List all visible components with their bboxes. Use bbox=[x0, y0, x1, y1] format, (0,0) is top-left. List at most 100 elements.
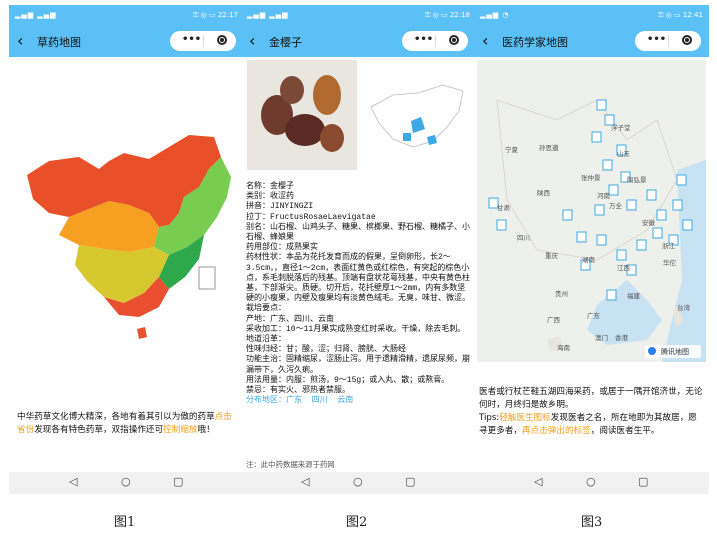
herb-detail-text: 名称：金樱子 类别：收涩药 拼音：JINYINGZI 拉丁：FructusRos… bbox=[246, 182, 471, 406]
physician-marker-icon[interactable] bbox=[626, 199, 637, 211]
physician-marker-icon[interactable] bbox=[602, 159, 613, 171]
province-hainan[interactable] bbox=[137, 327, 147, 339]
map-label: 海南 bbox=[557, 343, 571, 352]
phone-screen-physician-map: ▂▄▆ ◔ ⚿ ◎ ▭ 12:41 ‹ 医药学家地图 ••• 宁夏 孙思邈 陕西 甘肃… bbox=[474, 5, 709, 494]
nav-home-icon[interactable]: ○ bbox=[586, 475, 596, 488]
close-target-icon[interactable] bbox=[449, 35, 459, 45]
status-time: 22:18 bbox=[449, 11, 470, 19]
nav-recent-icon[interactable]: ▢ bbox=[405, 475, 415, 488]
more-icon[interactable]: ••• bbox=[182, 34, 201, 45]
map-label: 广东 bbox=[587, 311, 601, 320]
physician-marker-icon[interactable] bbox=[576, 231, 587, 243]
map-label: 山东 bbox=[617, 149, 631, 158]
map-label: 河南 bbox=[597, 191, 611, 200]
nav-home-icon[interactable]: ○ bbox=[121, 475, 131, 488]
map-label: 万全 bbox=[609, 201, 623, 210]
back-icon[interactable]: ‹ bbox=[17, 31, 23, 50]
system-nav-bar: ◁ ○ ▢ bbox=[9, 472, 244, 494]
nav-home-icon[interactable]: ○ bbox=[353, 475, 363, 488]
nav-recent-icon[interactable]: ▢ bbox=[173, 475, 183, 488]
title-bar: ‹ 草药地图 ••• bbox=[9, 25, 244, 57]
map-logo-icon bbox=[648, 347, 656, 355]
phone-screen-herb-map: ▂▄▆ ▂▄▆ ⚿ ◎ ▭ 22:17 ‹ 草药地图 ••• 中华药草文化博大精… bbox=[9, 5, 244, 494]
status-time: 22:17 bbox=[217, 11, 238, 19]
detail-line: 类别：收涩药 bbox=[246, 192, 294, 202]
detail-line: 地道沿革： bbox=[246, 335, 286, 345]
physician-marker-icon[interactable] bbox=[596, 234, 607, 246]
detail-line: 药材性状：本品为花托发育而成的假果，呈倒卵形，长2～3.5cm，，直径1～2cm… bbox=[246, 253, 470, 304]
map-label: 福建 bbox=[627, 291, 641, 300]
mini-program-capsule: ••• bbox=[402, 31, 468, 51]
close-target-icon[interactable] bbox=[217, 35, 227, 45]
map-label: 陕西 bbox=[537, 188, 551, 197]
physician-marker-icon[interactable] bbox=[594, 204, 605, 216]
physician-marker-icon[interactable] bbox=[682, 219, 693, 231]
hint-tap-icon: 轻触医生图标 bbox=[499, 413, 551, 423]
china-province-map[interactable] bbox=[9, 117, 244, 357]
detail-line: 药用部位：成熟果实 bbox=[246, 243, 318, 253]
more-icon[interactable]: ••• bbox=[647, 34, 666, 45]
map-label: 广西 bbox=[547, 315, 561, 324]
detail-line: 性味归经：甘；酸，涩；归肾、膀胱、大肠经 bbox=[246, 345, 406, 355]
physician-marker-icon[interactable] bbox=[591, 131, 602, 143]
map-label: 贵州 bbox=[555, 289, 568, 298]
map-label: 江西 bbox=[617, 264, 631, 272]
map-label: 重庆 bbox=[545, 251, 559, 260]
signal-icon: ▂▄▆ ▂▄▆ bbox=[15, 11, 57, 19]
status-bar: ▂▄▆ ▂▄▆ ⚿ ◎ ▭ 22:17 bbox=[9, 5, 244, 25]
caption-figure-3: 图3 bbox=[581, 515, 603, 530]
physician-marker-icon[interactable] bbox=[616, 249, 627, 261]
physician-map-description: 医者或行杖芒鞋五湖四海采药，或居于一隅开馆济世，无论何时，月终归是故乡明。 Ti… bbox=[479, 387, 703, 436]
map-label: 香港 bbox=[615, 333, 629, 342]
map-label: 澳门 bbox=[595, 333, 608, 342]
physician-marker-icon[interactable] bbox=[608, 184, 619, 196]
map-label: 台湾 bbox=[677, 303, 691, 312]
status-bar: ▂▄▆ ◔ ⚿ ◎ ▭ 12:41 bbox=[474, 5, 709, 25]
herb-photo bbox=[247, 60, 357, 170]
map-label: 甘肃 bbox=[497, 203, 511, 212]
nav-back-icon[interactable]: ◁ bbox=[301, 475, 309, 488]
caption-figure-2: 图2 bbox=[346, 515, 368, 530]
status-time: 12:41 bbox=[682, 11, 703, 19]
physician-marker-icon[interactable] bbox=[496, 219, 507, 231]
physician-marker-icon[interactable] bbox=[652, 227, 663, 239]
distribution-regions[interactable]: 分布地区：广东 四川 云南 bbox=[246, 396, 471, 406]
title-bar: ‹ 医药学家地图 ••• bbox=[474, 25, 709, 57]
battery-icon: ⚿ ◎ ▭ bbox=[658, 11, 683, 19]
physician-marker-icon[interactable] bbox=[596, 99, 607, 111]
physician-marker-icon[interactable] bbox=[676, 174, 687, 186]
source-note: 注：此中药数据来源于药网 bbox=[246, 460, 335, 469]
map-label: 宁夏 bbox=[505, 145, 519, 154]
map-label: 四川 bbox=[517, 234, 530, 242]
nav-back-icon[interactable]: ◁ bbox=[534, 475, 542, 488]
detail-line: 名称：金樱子 bbox=[246, 182, 294, 191]
status-bar: ▂▄▆ ▂▄▆ ⚿ ◎ ▭ 22:18 bbox=[241, 5, 476, 25]
signal-icon: ▂▄▆ ◔ bbox=[480, 11, 510, 19]
page-title: 金樱子 bbox=[269, 36, 302, 49]
back-icon[interactable]: ‹ bbox=[249, 31, 255, 50]
nav-recent-icon[interactable]: ▢ bbox=[638, 475, 648, 488]
caption-figure-1: 图1 bbox=[114, 515, 136, 530]
detail-line: 拼音：JINYINGZI bbox=[246, 202, 314, 212]
phone-screen-herb-detail: ▂▄▆ ▂▄▆ ⚿ ◎ ▭ 22:18 ‹ 金樱子 ••• 名称：金樱子 类别：… bbox=[241, 5, 476, 494]
detail-line: 拉丁：FructusRosaeLaevigatae bbox=[246, 212, 376, 222]
highlight-yunnan bbox=[403, 133, 411, 141]
physician-map[interactable]: 宁夏 孙思邈陕西甘肃四川重庆贵州广西 广东 湖南江西福建 浙江 安徽 河南 山东海南 澳门 香港 台… bbox=[477, 60, 706, 362]
map-label: 陶弘景 bbox=[627, 175, 647, 184]
map-label: 湖南 bbox=[582, 255, 596, 264]
page-title: 医药学家地图 bbox=[502, 36, 568, 49]
physician-marker-icon[interactable] bbox=[636, 239, 647, 251]
more-icon[interactable]: ••• bbox=[414, 34, 433, 45]
detail-line: 采收加工：10～11月果实成熟变红时采收。干燥，除去毛刺。 bbox=[246, 324, 466, 334]
back-icon[interactable]: ‹ bbox=[482, 31, 488, 50]
map-label: 张仲景 bbox=[581, 173, 601, 182]
physician-marker-icon[interactable] bbox=[656, 209, 667, 221]
close-target-icon[interactable] bbox=[682, 35, 692, 45]
nav-back-icon[interactable]: ◁ bbox=[69, 475, 77, 488]
physician-marker-icon[interactable] bbox=[646, 189, 657, 201]
map-label: 华佗 bbox=[663, 258, 677, 267]
battery-icon: ⚿ ◎ ▭ bbox=[425, 11, 450, 19]
physician-marker-icon[interactable] bbox=[562, 209, 573, 221]
physician-marker-icon[interactable] bbox=[606, 289, 617, 301]
physician-marker-icon[interactable] bbox=[672, 199, 683, 211]
